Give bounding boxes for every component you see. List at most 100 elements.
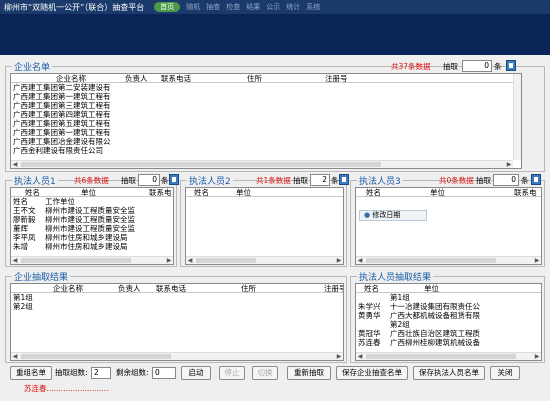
staff2-pick-input[interactable]: 2 [310,174,330,186]
scroll-left-icon[interactable]: ◀ [11,257,19,264]
context-menu-item[interactable]: ● 修改日期 [359,210,427,221]
staff2-unit: 条 [331,176,339,185]
table-row[interactable]: 苏连春 广西柳州桂柳建筑机械设备 [358,338,541,347]
scroll-right-icon[interactable]: ▶ [335,353,343,360]
enterprise-rows: 广西建工集团第二安装建设有 广西建工集团第一建筑工程有 广西建工集团第三建筑工程… [13,83,521,155]
staff3-table[interactable]: 姓名 单位 联系电 ● 修改日期 ◀ ▶ [355,187,542,265]
start-button[interactable]: 启动 [181,366,211,380]
horizontal-scrollbar[interactable]: ◀ ▶ [356,256,541,264]
staff3-pick-input[interactable]: 0 [493,174,519,186]
table-row[interactable]: 李平凤 柳州市住房和城乡建设局 [13,233,173,242]
save-staff-button[interactable]: 保存执法人员名单 [413,366,485,380]
col-phone: 联系电话 [161,74,191,83]
redraw-button[interactable]: 重新抽取 [287,366,331,380]
staff1-pick-label: 抽取 [121,176,136,185]
scroll-thumb[interactable] [21,354,171,359]
tab-stats[interactable]: 统计 [286,2,300,12]
ent-result-table[interactable]: 企业名称 负责人 联系电话 住所 注册号 第1组 第2组 ◀ ▶ [10,283,344,361]
ent-result-title: 企业抽取结果 [12,270,71,283]
scroll-right-icon[interactable]: ▶ [533,257,541,264]
horizontal-scrollbar[interactable]: ◀ ▶ [11,256,173,264]
table-icon[interactable] [169,174,179,185]
list-item[interactable]: 广西建工集团第三建筑工程有 [13,101,521,110]
horizontal-scrollbar[interactable]: ◀ ▶ [11,352,343,360]
staff1-count: 共6条数据 [74,176,109,185]
tab-home[interactable]: 首页 [154,2,181,12]
ent-result-group: 企业抽取结果 企业名称 负责人 联系电话 住所 注册号 第1组 第2组 ◀ ▶ [5,270,347,363]
menu-item-icon: ● [364,211,371,219]
enterprise-pick-label: 抽取 [443,62,458,71]
title-bar: 柳州市“双随机一公开”（联合）抽查平台 首页 随机 抽查 检查 结果 公示 统计… [0,0,550,14]
table-row[interactable]: 姓名 工作单位 [13,197,173,206]
scroll-thumb[interactable] [196,258,256,263]
staff-result-table[interactable]: 姓名 单位 第1组 朱学兴 十一冶建设集团有限责任公 黄勇华 广西大都机械设备租赁有… [355,283,542,361]
scroll-thumb[interactable] [366,258,496,263]
scroll-right-icon[interactable]: ▶ [335,257,343,264]
staff3-pick-label: 抽取 [476,176,491,185]
scroll-right-icon[interactable]: ▶ [165,257,173,264]
scroll-left-icon[interactable]: ◀ [356,353,364,360]
scroll-left-icon[interactable]: ◀ [11,161,19,168]
tab-check[interactable]: 检查 [226,2,240,12]
horizontal-scrollbar[interactable]: ◀ ▶ [356,352,541,360]
scroll-thumb[interactable] [366,354,516,359]
table-row[interactable]: 黄勇华 广西大都机械设备租赁有限 [358,311,541,320]
close-button[interactable]: 关闭 [490,366,520,380]
table-row[interactable]: 王不文 柳州市建设工程质量安全监 [13,206,173,215]
enterprise-unit: 条 [494,62,502,71]
col-phone: 联系电 [149,188,172,197]
table-row[interactable]: 董辉 柳州市建设工程质量安全监 [13,224,173,233]
table-row[interactable]: 第2组 [358,320,541,329]
remain-input[interactable]: 0 [152,367,176,379]
tab-random[interactable]: 随机 [186,2,200,12]
list-item[interactable]: 广西建工集团第一建筑工程有 [13,92,521,101]
enterprise-pick-input[interactable]: 0 [462,60,492,72]
list-item[interactable]: 广西建工集团第四建筑工程有 [13,110,521,119]
window-title: 柳州市“双随机一公开”（联合）抽查平台 [4,2,145,12]
table-row[interactable]: 朱学兴 十一冶建设集团有限责任公 [358,302,541,311]
table-row[interactable]: 黄冠华 广西壮族自治区建筑工程质 [358,329,541,338]
list-item[interactable]: 广西金利建设有限责任公司 [13,146,521,155]
groups-label: 抽取组数: [55,368,88,377]
col-enterprise-name: 企业名称 [53,284,83,293]
list-item[interactable]: 第1组 [13,293,343,302]
enterprise-table[interactable]: 企业名称 负责人 联系电话 住所 注册号 统 广西建工集团第二安装建设有 广西建… [10,73,522,169]
list-item[interactable]: 广西建工集团第一建筑工程有 [13,128,521,137]
staff2-table[interactable]: 姓名 单位 ◀ ▶ [185,187,344,265]
tab-inspect[interactable]: 抽查 [206,2,220,12]
scroll-left-icon[interactable]: ◀ [11,353,19,360]
regroup-button[interactable]: 重组名单 [10,366,52,380]
save-enterprise-button[interactable]: 保存企业抽查名单 [336,366,408,380]
scroll-left-icon[interactable]: ◀ [186,257,194,264]
vertical-scrollbar[interactable] [513,74,521,160]
table-icon[interactable] [339,174,349,185]
list-item[interactable]: 广西建工集团第五建筑工程有 [13,119,521,128]
switch-button[interactable]: 切换 [252,366,278,380]
enterprise-table-header: 企业名称 负责人 联系电话 住所 注册号 统 [11,74,521,83]
groups-input[interactable]: 2 [91,367,111,379]
list-item[interactable]: 广西建工集团冶金建设有限公 [13,137,521,146]
horizontal-scrollbar[interactable]: ◀ ▶ [11,160,513,168]
table-icon[interactable] [506,60,516,71]
tab-result[interactable]: 结果 [246,2,260,12]
scroll-thumb[interactable] [21,162,381,167]
scroll-thumb[interactable] [21,258,131,263]
table-row[interactable]: 廖新毅 柳州市建设工程质量安全监 [13,215,173,224]
list-item[interactable]: 第2组 [13,302,343,311]
staff1-pick-input[interactable]: 0 [138,174,160,186]
scroll-left-icon[interactable]: ◀ [356,257,364,264]
staff2-title: 执法人员2 [187,174,233,187]
horizontal-scrollbar[interactable]: ◀ ▶ [186,256,343,264]
col-reg-no: 注册号 [325,74,348,83]
tab-system[interactable]: 系统 [306,2,320,12]
stop-button[interactable]: 停止 [219,366,245,380]
tab-publish[interactable]: 公示 [266,2,280,12]
col-phone: 联系电 [514,188,537,197]
table-icon[interactable] [531,174,541,185]
table-row[interactable]: 第1组 [358,293,541,302]
list-item[interactable]: 广西建工集团第二安装建设有 [13,83,521,92]
staff1-table[interactable]: 姓名 单位 联系电 姓名 工作单位 王不文 柳州市建设工程质量安全监 廖新毅 柳州市建… [10,187,174,265]
table-row[interactable]: 朱增 柳州市住房和城乡建设局 [13,242,173,251]
scroll-right-icon[interactable]: ▶ [533,353,541,360]
scroll-right-icon[interactable]: ▶ [505,161,513,168]
